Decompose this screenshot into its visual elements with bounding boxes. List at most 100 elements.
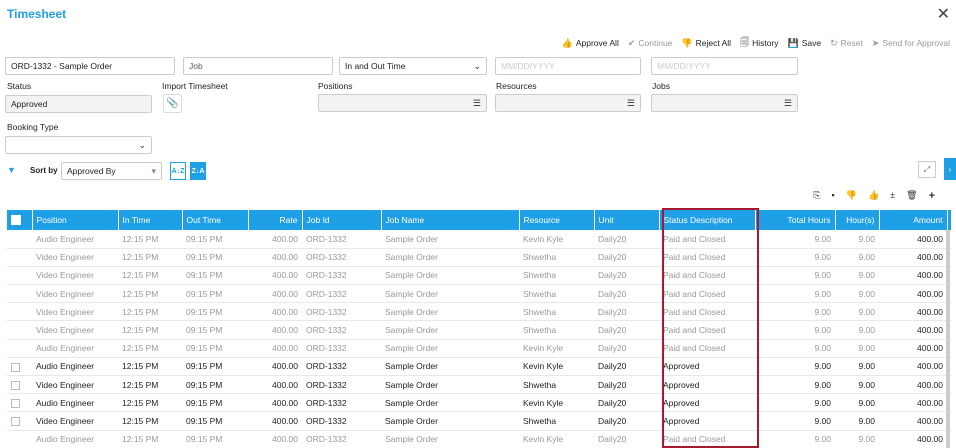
approve-all-button[interactable]: 👍 Approve All [562, 35, 619, 51]
row-checkbox[interactable] [7, 393, 32, 413]
column-header-out-time[interactable]: Out Time [182, 210, 249, 230]
list-icon[interactable]: ☰ [473, 98, 481, 109]
send-approval-button[interactable]: ➤ Send for Approval [872, 35, 950, 51]
cell-job-id: ORD-1332 [302, 357, 381, 377]
cell-amount: 400.00 [879, 320, 947, 340]
cell-job-name: Sample Order [381, 302, 519, 322]
close-icon[interactable]: ✕ [937, 4, 950, 24]
filter-icon[interactable]: ▼ [7, 165, 16, 175]
import-timesheet-label: Import Timesheet [162, 81, 228, 91]
history-button[interactable]: 🗐 History [740, 35, 778, 51]
cell-resource: Shwetha [519, 320, 594, 340]
table-row[interactable]: Video Engineer 12:15 PM 09:15 PM 400.00 ORD-… [7, 411, 951, 431]
date-to-input[interactable]: MM/DD/YYYY [651, 57, 798, 75]
thumbs-down-icon[interactable]: 👎 [846, 190, 857, 202]
sort-ascending-icon: A↓Z [171, 167, 185, 175]
resources-input[interactable]: ☰ [495, 94, 641, 112]
row-checkbox[interactable] [7, 357, 32, 377]
add-icon[interactable]: + [929, 190, 935, 202]
select-all-checkbox[interactable] [7, 210, 33, 230]
positions-input[interactable]: ☰ [318, 94, 487, 112]
column-header-hour-s[interactable]: Hour(s) [835, 210, 880, 230]
comment-icon[interactable]: ▪ [832, 190, 835, 202]
paperclip-icon[interactable]: 📎 [163, 94, 182, 113]
side-panel-toggle[interactable]: › [944, 158, 956, 180]
cell-out-time: 09:15 PM [182, 339, 248, 358]
cell-resource: Shwetha [519, 302, 594, 322]
job-select[interactable]: Job [183, 57, 333, 75]
table-row[interactable]: Video Engineer 12:15 PM 09:15 PM 400.00 ORD-… [7, 284, 951, 304]
cell-position: Video Engineer [32, 320, 118, 340]
table-row[interactable]: Video Engineer 12:15 PM 09:15 PM 400.00 ORD-… [7, 375, 951, 395]
cell-out-time: 09:15 PM [182, 248, 248, 267]
column-header-position[interactable]: Position [32, 210, 119, 230]
row-checkbox[interactable] [7, 411, 32, 431]
table-row[interactable]: Video Engineer 12:15 PM 09:15 PM 400.00 ORD-… [7, 320, 951, 340]
column-header-unit[interactable]: Unit [594, 210, 660, 230]
save-button[interactable]: 💾 Save [788, 35, 822, 51]
sort-ascending-button[interactable]: A↓Z [170, 162, 186, 180]
cell-in-time: 12:15 PM [118, 302, 182, 322]
order-select[interactable]: ORD-1332 - Sample Order [5, 57, 175, 75]
cell-in-time: 12:15 PM [118, 266, 182, 286]
fullscreen-icon[interactable]: ⤢ [918, 161, 936, 178]
cell-total-hours: 9.00 [755, 302, 835, 322]
cell-job-id: ORD-1332 [302, 284, 381, 304]
reject-all-button[interactable]: 👎 Reject All [681, 35, 731, 51]
cell-unit: Daily20 [594, 320, 659, 340]
continue-button[interactable]: ✔ Continue [628, 35, 673, 51]
table-row[interactable]: Audio Engineer 12:15 PM 09:15 PM 400.00 ORD-… [7, 357, 951, 377]
cell-out-time: 09:15 PM [182, 320, 248, 340]
column-header-total-hours[interactable]: Total Hours [755, 210, 836, 230]
cell-rate: 400.00 [248, 393, 302, 413]
date-to-placeholder: MM/DD/YYYY [657, 61, 711, 71]
column-header-status-description[interactable]: Status Description [659, 210, 756, 230]
plus-minus-icon[interactable]: ± [890, 190, 895, 202]
cell-unit: Daily20 [594, 430, 659, 448]
sort-by-label: Sort by [30, 166, 58, 175]
cell-in-time: 12:15 PM [118, 411, 182, 431]
cell-out-time: 09:15 PM [182, 375, 248, 395]
thumbs-up-icon[interactable]: 👍 [868, 190, 879, 202]
column-header-in-time[interactable]: In Time [118, 210, 183, 230]
cell-in-time: 12:15 PM [118, 339, 182, 358]
table-row[interactable]: Video Engineer 12:15 PM 09:15 PM 400.00 ORD-… [7, 248, 951, 267]
column-header-job-id[interactable]: Job Id [302, 210, 382, 230]
trash-icon[interactable]: 🗑 [906, 190, 917, 202]
positions-label: Positions [318, 81, 353, 91]
cell-status-description: Paid and Closed [659, 230, 755, 249]
column-header-resource[interactable]: Resource [519, 210, 595, 230]
table-row[interactable]: Audio Engineer 12:15 PM 09:15 PM 400.00 ORD-… [7, 230, 951, 249]
column-header-amount[interactable]: Amount [879, 210, 948, 230]
table-row[interactable]: Video Engineer 12:15 PM 09:15 PM 400.00 ORD-… [7, 266, 951, 286]
date-from-input[interactable]: MM/DD/YYYY [495, 57, 641, 75]
list-icon[interactable]: ☰ [627, 98, 635, 109]
jobs-input[interactable]: ☰ [651, 94, 798, 112]
time-type-select[interactable]: In and Out Time ⌄ [339, 57, 487, 75]
column-header-job-name[interactable]: Job Name [381, 210, 520, 230]
table-row[interactable]: Audio Engineer 12:15 PM 09:15 PM 400.00 ORD-… [7, 430, 951, 448]
sort-by-value: Approved By [67, 166, 116, 176]
cell-status-description: Paid and Closed [659, 266, 755, 286]
row-checkbox[interactable] [7, 375, 32, 395]
cell-status-description: Paid and Closed [659, 430, 755, 448]
cell-hour-s: 9.00 [835, 411, 879, 431]
sort-by-select[interactable]: Approved By ▾ [61, 162, 162, 180]
cell-amount: 400.00 [879, 248, 947, 267]
cell-in-time: 12:15 PM [118, 393, 182, 413]
table-row[interactable]: Audio Engineer 12:15 PM 09:15 PM 400.00 ORD-… [7, 393, 951, 413]
status-input[interactable]: Approved [5, 95, 152, 113]
booking-type-select[interactable]: ⌄ [5, 136, 152, 154]
column-header-rate[interactable]: Rate [248, 210, 303, 230]
cell-job-id: ORD-1332 [302, 430, 381, 448]
cell-job-name: Sample Order [381, 393, 519, 413]
list-icon[interactable]: ☰ [784, 98, 792, 109]
copy-icon[interactable]: ⎘ [813, 190, 820, 202]
table-row[interactable]: Video Engineer 12:15 PM 09:15 PM 400.00 ORD-… [7, 302, 951, 322]
reset-button[interactable]: ↻ Reset [830, 35, 863, 51]
cell-out-time: 09:15 PM [182, 411, 248, 431]
vertical-scrollbar[interactable] [946, 230, 950, 448]
table-row[interactable]: Audio Engineer 12:15 PM 09:15 PM 400.00 ORD-… [7, 339, 951, 358]
cell-out-time: 09:15 PM [182, 284, 248, 304]
sort-descending-button[interactable]: Z↓A [190, 162, 206, 180]
